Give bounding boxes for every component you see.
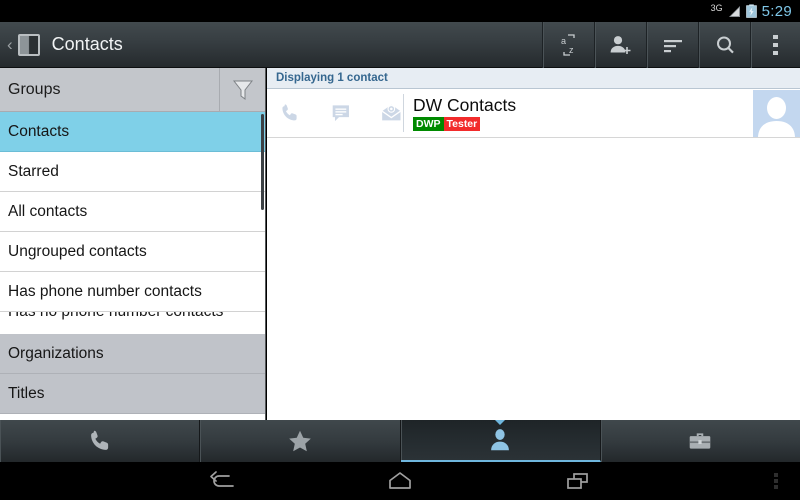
sidebar-scrollbar[interactable] [261, 114, 264, 210]
sidebar-item-label: Starred [8, 162, 59, 180]
nav-recents-button[interactable] [563, 469, 593, 493]
status-bar: 3G 5:29 [0, 0, 800, 22]
back-chevron-icon[interactable]: ‹ [7, 35, 13, 55]
sidebar-section-titles[interactable]: Titles [0, 374, 265, 414]
sort-alphabetical-button[interactable]: a z [542, 21, 594, 68]
tab-favorites[interactable] [200, 420, 401, 462]
contact-list-pane: Displaying 1 contact DW Contacts DWP Tes… [267, 68, 800, 420]
sidebar-item-label: All contacts [8, 202, 88, 220]
network-type-label: 3G [710, 3, 723, 13]
person-placeholder-avatar [758, 96, 795, 137]
sidebar-item-starred[interactable]: Starred [0, 152, 265, 192]
star-icon [289, 430, 311, 452]
contact-avatar[interactable] [753, 89, 800, 137]
contact-info: DW Contacts DWP Tester [404, 95, 753, 131]
groups-header-label: Groups [8, 80, 61, 98]
phone-handset-icon [90, 430, 108, 450]
sidebar-item-has-phone-number-contacts[interactable]: Has phone number contacts [0, 272, 265, 312]
contact-badges: DWP Tester [413, 117, 753, 131]
a-z-sort-icon: a z [561, 33, 575, 56]
action-bar: ‹ Contacts a z [0, 21, 800, 68]
sidebar-item-ungrouped-contacts[interactable]: Ungrouped contacts [0, 232, 265, 272]
status-bar-clock: 5:29 [761, 2, 792, 20]
nav-menu-button[interactable] [774, 471, 778, 491]
search-button[interactable] [698, 21, 750, 68]
groups-header: Groups [0, 68, 265, 112]
search-magnifier-icon [716, 36, 734, 53]
envelope-at-icon[interactable] [380, 102, 403, 124]
sort-lines-icon [663, 39, 682, 52]
contact-list-item[interactable]: DW Contacts DWP Tester [267, 89, 800, 138]
sidebar-item-label: Organizations [8, 344, 104, 362]
sidebar-item-label: Titles [8, 384, 45, 402]
three-dots-vertical-icon [774, 473, 778, 477]
sidebar-item-contacts[interactable]: Contacts [0, 112, 265, 152]
sidebar-item-label: Ungrouped contacts [8, 242, 147, 260]
tab-phone[interactable] [0, 420, 201, 462]
sidebar-item-label: Has no phone number contacts [8, 312, 223, 321]
sidebar-item-label: Has phone number contacts [8, 282, 202, 300]
phone-handset-icon[interactable] [279, 102, 301, 124]
three-dots-vertical-icon [772, 34, 778, 55]
android-tablet-screen: 3G 5:29 ‹ Contacts a z Groups Contacts S… [0, 0, 800, 500]
svg-text:z: z [569, 45, 574, 55]
status-badge-tester: Tester [443, 117, 481, 131]
contact-quick-actions [267, 102, 403, 124]
display-options-button[interactable] [646, 21, 698, 68]
system-navigation-bar [0, 462, 800, 500]
contact-name: DW Contacts [413, 95, 517, 115]
contacts-app-icon [17, 33, 40, 56]
action-bar-title-group[interactable]: ‹ Contacts [0, 33, 542, 56]
sidebar-item-label: Contacts [8, 122, 70, 140]
displaying-count-header: Displaying 1 contact [267, 68, 800, 89]
sidebar-item-all-contacts[interactable]: All contacts [0, 192, 265, 232]
sidebar-item-has-no-phone-number-contacts[interactable]: Has no phone number contacts [0, 312, 265, 334]
tab-contacts[interactable] [400, 420, 601, 462]
three-dots-vertical-icon [774, 479, 778, 483]
groups-sidebar: Groups Contacts Starred All contacts Ung… [0, 68, 266, 420]
person-add-icon [610, 35, 631, 54]
nav-home-button[interactable] [385, 469, 415, 493]
displaying-count-label: Displaying 1 contact [276, 72, 388, 84]
action-bar-buttons: a z [542, 21, 800, 68]
signal-bars-icon [728, 5, 740, 17]
speech-bubble-icon[interactable] [330, 102, 352, 124]
bottom-tab-bar [0, 420, 800, 462]
status-badge-dwp: DWP [413, 117, 444, 131]
page-title: Contacts [51, 34, 123, 54]
sidebar-section-organizations[interactable]: Organizations [0, 334, 265, 374]
groups-filter-button[interactable] [219, 68, 265, 111]
overflow-menu-button[interactable] [750, 21, 800, 68]
battery-charging-icon [745, 4, 757, 18]
tab-groups[interactable] [600, 420, 800, 462]
three-dots-vertical-icon [774, 485, 778, 489]
person-icon [491, 429, 510, 451]
nav-back-button[interactable] [207, 469, 237, 493]
briefcase-icon [690, 433, 711, 449]
funnel-filter-icon [232, 80, 253, 100]
add-contact-button[interactable] [594, 21, 646, 68]
nav-buttons [207, 469, 593, 493]
svg-text:a: a [561, 36, 566, 46]
